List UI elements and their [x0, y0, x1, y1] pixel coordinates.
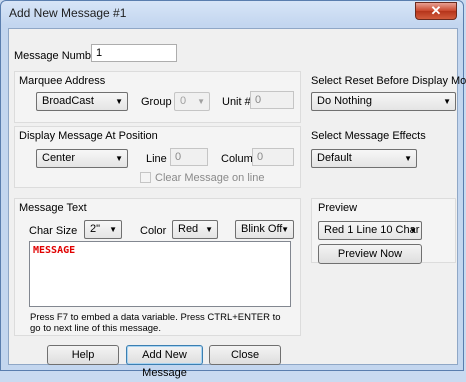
- message-text-label: Message Text: [19, 202, 87, 214]
- message-number-input[interactable]: 1: [91, 44, 177, 62]
- chevron-down-icon: ▼: [404, 154, 412, 163]
- display-position-label: Display Message At Position: [19, 130, 158, 142]
- blink-value: Blink Off: [241, 223, 283, 235]
- marquee-address-label: Marquee Address: [19, 75, 106, 87]
- unit-label: Unit #: [222, 96, 251, 108]
- add-new-message-button[interactable]: Add New Message: [126, 345, 203, 379]
- message-number-label: Message Number: [14, 50, 101, 62]
- chevron-down-icon: ▼: [443, 97, 451, 106]
- unit-input[interactable]: 0: [250, 91, 294, 109]
- group-label: Group: [141, 96, 172, 108]
- group-select[interactable]: 0 ▼: [174, 92, 210, 111]
- marquee-address-value: BroadCast: [42, 95, 94, 107]
- reset-mode-label: Select Reset Before Display Mode: [311, 75, 466, 87]
- effects-select[interactable]: Default ▼: [311, 149, 417, 168]
- close-window-button[interactable]: ✕: [415, 2, 457, 20]
- preview-label: Preview: [318, 202, 358, 214]
- preview-now-button[interactable]: Preview Now: [318, 244, 422, 264]
- char-size-label: Char Size: [29, 225, 78, 237]
- group-value: 0: [180, 95, 187, 107]
- close-icon: ✕: [430, 3, 442, 18]
- color-value: Red: [178, 223, 199, 235]
- chevron-down-icon: ▼: [409, 226, 417, 235]
- dialog-client-area: Message Number 1 Marquee Address BroadCa…: [8, 28, 466, 379]
- line-label: Line: [146, 153, 167, 165]
- display-position-select[interactable]: Center ▼: [36, 149, 128, 168]
- message-content: MESSAGE: [33, 245, 76, 256]
- column-input[interactable]: 0: [252, 148, 294, 166]
- char-size-select[interactable]: 2" ▼: [84, 220, 122, 239]
- color-label: Color: [140, 225, 167, 237]
- color-select[interactable]: Red ▼: [172, 220, 218, 239]
- reset-mode-value: Do Nothing: [317, 95, 373, 107]
- preview-mode-select[interactable]: Red 1 Line 10 Char ▼: [318, 221, 422, 240]
- marquee-address-select[interactable]: BroadCast ▼: [36, 92, 128, 111]
- chevron-down-icon: ▼: [205, 225, 213, 234]
- window-title: Add New Message #1: [9, 6, 127, 20]
- effects-label: Select Message Effects: [311, 130, 426, 142]
- char-size-value: 2": [90, 223, 101, 235]
- title-bar: Add New Message #1 ✕: [1, 1, 463, 25]
- clear-message-checkbox[interactable]: [140, 172, 151, 183]
- chevron-down-icon: ▼: [115, 154, 123, 163]
- chevron-down-icon: ▼: [197, 97, 205, 106]
- dialog-window: Add New Message #1 ✕ Message Number 1 Ma…: [0, 0, 466, 379]
- preview-mode-value: Red 1 Line 10 Char: [324, 224, 420, 236]
- message-textarea[interactable]: MESSAGE: [29, 241, 291, 307]
- display-position-value: Center: [42, 152, 76, 164]
- line-input[interactable]: 0: [170, 148, 208, 166]
- blink-select[interactable]: Blink Off ▼: [235, 220, 294, 239]
- chevron-down-icon: ▼: [109, 225, 117, 234]
- effects-value: Default: [317, 152, 352, 164]
- help-button[interactable]: Help: [47, 345, 119, 365]
- clear-message-label: Clear Message on line: [155, 172, 265, 184]
- close-button[interactable]: Close: [209, 345, 281, 365]
- chevron-down-icon: ▼: [115, 97, 123, 106]
- chevron-down-icon: ▼: [281, 225, 289, 234]
- reset-mode-select[interactable]: Do Nothing ▼: [311, 92, 456, 111]
- hint-text: Press F7 to embed a data variable. Press…: [30, 312, 281, 334]
